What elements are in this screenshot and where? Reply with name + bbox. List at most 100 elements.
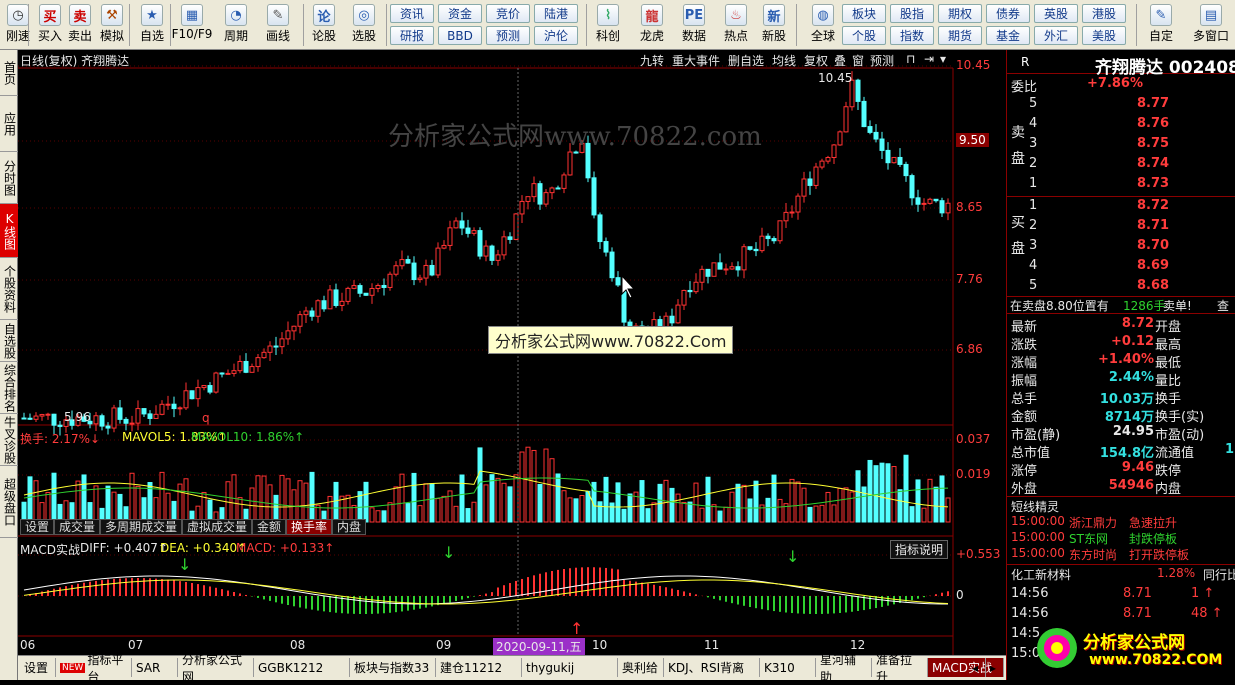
simulate-button[interactable]: ⚒ 模拟 — [94, 2, 130, 48]
volume-tab[interactable]: 成交量 — [54, 519, 101, 535]
ask-row[interactable]: 2 8.74 — [1007, 156, 1235, 174]
ask-row[interactable]: 4 8.76 — [1007, 116, 1235, 134]
indicator-tab[interactable]: 板块与指数33 — [350, 658, 436, 677]
volume-tab[interactable]: 内盘 — [332, 519, 367, 535]
chart-menu-item[interactable]: 均线 — [772, 52, 796, 69]
multiwindow-button[interactable]: ▤ 多窗口 — [1188, 2, 1234, 48]
quick-button[interactable]: 预测 — [486, 26, 530, 45]
quick-button[interactable]: 港股 — [1082, 4, 1126, 23]
left-tab[interactable]: 个股资料 — [0, 258, 18, 320]
indicator-tab[interactable]: 奥利给 — [618, 658, 664, 677]
indicator-tab[interactable]: NEW 指标平台 — [56, 653, 132, 684]
indicator-tab[interactable]: 分析家公式网 — [178, 653, 254, 684]
candle-body — [285, 330, 291, 340]
bid-row[interactable]: 1 8.72 — [1007, 198, 1235, 216]
chart-menu-item[interactable]: 复权 — [804, 52, 828, 69]
chart-menu-item[interactable]: 重大事件 — [672, 52, 720, 69]
global-button[interactable]: ◍ 全球 — [805, 2, 841, 48]
chart-menu-item[interactable]: 叠 — [834, 52, 846, 69]
chart-menu-item[interactable]: 预测 — [870, 52, 894, 69]
indicator-tab[interactable]: GGBK1212 — [254, 658, 350, 677]
quick-button[interactable]: 竞价 — [486, 4, 530, 23]
chart-menu-item[interactable]: 删自选 — [728, 52, 764, 69]
quick-button[interactable]: 陆港 — [534, 4, 578, 23]
bid-row[interactable]: 3 8.70 — [1007, 238, 1235, 256]
quick-button[interactable]: BBD — [438, 26, 482, 45]
bid-row[interactable]: 4 8.69 — [1007, 258, 1235, 276]
left-tab[interactable]: K线图 — [0, 204, 18, 258]
custom-button[interactable]: ✎ 自定 — [1143, 2, 1179, 48]
ask-row[interactable]: 3 8.75 — [1007, 136, 1235, 154]
sprite-row[interactable]: 15:00:00 东方时尚 打开跌停板 — [1007, 546, 1235, 564]
quick-button[interactable]: 基金 — [986, 26, 1030, 45]
left-tab[interactable]: 综合排名 — [0, 362, 18, 414]
chart-menu-item[interactable]: 窗 — [852, 52, 864, 69]
bid-row[interactable]: 5 8.68 — [1007, 278, 1235, 296]
f10-button[interactable]: ▦ F10/F9 — [172, 2, 212, 48]
stock-name: 齐翔腾达 002408 — [1095, 58, 1235, 78]
ask-row[interactable]: 1 8.73 — [1007, 176, 1235, 194]
ask-row[interactable]: 5 8.77 — [1007, 96, 1235, 114]
volume-tab[interactable]: 换手率 — [286, 519, 333, 535]
quick-button[interactable]: 股指 — [890, 4, 934, 23]
quick-button[interactable]: 债券 — [986, 4, 1030, 23]
dragon-button[interactable]: 龍龙虎 — [634, 2, 670, 48]
lock-icon[interactable]: ⊓ — [906, 52, 915, 66]
volume-tab[interactable]: 设置 — [20, 519, 55, 535]
sector-row[interactable]: 化工新材料 1.28% 同行比 — [1007, 564, 1235, 582]
indicator-tab[interactable]: KDJ、RSI背离 — [664, 658, 760, 677]
indicator-tab[interactable]: 准备拉升 — [872, 653, 928, 684]
indicator-tab[interactable]: thygukij — [522, 658, 618, 677]
quick-button[interactable]: 期货 — [938, 26, 982, 45]
indicator-tab[interactable]: K310 — [760, 658, 816, 677]
ask-level: 3 — [1029, 136, 1038, 151]
data-button[interactable]: PE 数据 — [676, 2, 712, 48]
quick-button[interactable]: 资金 — [438, 4, 482, 23]
sell-button[interactable]: 卖卖出 — [62, 2, 98, 48]
draw-button[interactable]: ✎ 画线 — [260, 2, 296, 48]
left-tab[interactable]: 自选股 — [0, 320, 18, 362]
watchlist-button[interactable]: ★ 自选 — [134, 2, 170, 48]
period-button[interactable]: ◔ 周期 — [218, 2, 254, 48]
peer-compare-button[interactable]: 同行比 — [1203, 566, 1235, 583]
indicator-tab[interactable]: 建仓11212 — [436, 658, 522, 677]
quick-button[interactable]: 英股 — [1034, 4, 1078, 23]
quick-button[interactable]: 板块 — [842, 4, 886, 23]
left-tab[interactable]: 牛叉诊股 — [0, 414, 18, 466]
scroll-left-button[interactable]: ◂ — [968, 658, 986, 677]
left-tab[interactable]: 超级盘口 — [0, 466, 18, 538]
bid-row[interactable]: 2 8.71 — [1007, 218, 1235, 236]
quick-button[interactable]: 个股 — [842, 26, 886, 45]
refresh-button[interactable]: ◷ 刚速 — [0, 2, 36, 48]
quick-button[interactable]: 沪伦 — [534, 26, 578, 45]
global-button-label: 全球 — [810, 29, 835, 43]
newplate-button[interactable]: 新新股 — [756, 2, 792, 48]
volume-tab[interactable]: 多周期成交量 — [100, 519, 183, 535]
pin-icon[interactable]: ⇥ — [924, 52, 934, 66]
quick-button[interactable]: 研报 — [390, 26, 434, 45]
quick-button[interactable]: 资讯 — [390, 4, 434, 23]
select-stock-button[interactable]: ◎ 选股 — [346, 2, 382, 48]
left-tab[interactable]: 应用 — [0, 96, 18, 152]
quick-button[interactable]: 外汇 — [1034, 26, 1078, 45]
indicator-tab[interactable]: SAR — [132, 658, 178, 677]
indicator-help-button[interactable]: 指标说明 — [890, 540, 949, 559]
quick-button[interactable]: 指数 — [890, 26, 934, 45]
volume-tab[interactable]: 金额 — [252, 519, 287, 535]
indicator-tab[interactable]: 设置 — [20, 658, 56, 677]
kline-chart-area[interactable]: ↓ ↓ ↓ ↑ 日线(复权) 齐翔腾达 九转 重大事件 删自选 均线 复权叠窗预测 ⊓ ⇥ ▾ 分析… — [18, 50, 1006, 655]
quick-button[interactable]: 美股 — [1082, 26, 1126, 45]
dropdown-icon[interactable]: ▾ — [940, 52, 946, 66]
quick-button[interactable]: 期权 — [938, 4, 982, 23]
tech-button[interactable]: ⌇ 科创 — [590, 2, 626, 48]
scroll-right-button[interactable]: ▸ — [986, 658, 1004, 677]
notice-button[interactable]: 查 — [1217, 297, 1229, 314]
formula-button[interactable]: 论论股 — [306, 2, 342, 48]
volume-tab[interactable]: 虚拟成交量 — [182, 519, 253, 535]
hot-button[interactable]: ♨ 热点 — [718, 2, 754, 48]
left-tab[interactable]: 首页 — [0, 50, 18, 96]
notice-row[interactable]: 在卖盘8.80位置有 1286手 卖单! 查 — [1007, 296, 1235, 314]
chart-menu-item[interactable]: 九转 — [640, 52, 664, 69]
indicator-tab[interactable]: 星河辅助 — [816, 653, 872, 684]
left-tab[interactable]: 分时图 — [0, 152, 18, 204]
